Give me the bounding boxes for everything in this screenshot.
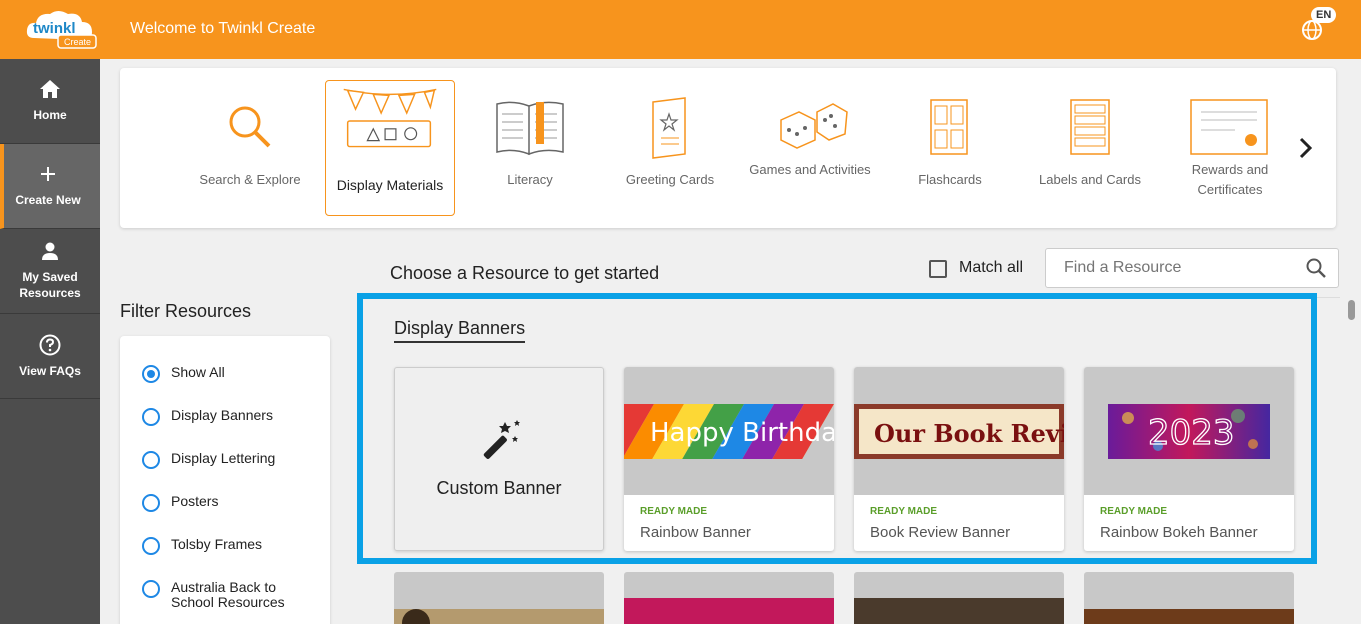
top-bar: twinkl Create Welcome to Twinkl Create E… [0, 0, 1361, 59]
filter-title: Filter Resources [120, 301, 252, 321]
category-search-explore[interactable]: Search & Explore [185, 80, 315, 216]
svg-text:Happy Birthday: Happy Birthday [650, 418, 834, 448]
filter-panel: Show All Display Banners Display Letteri… [120, 336, 330, 624]
tile-thumbnail: Our Book Review [854, 367, 1064, 495]
ready-made-tag: READY MADE [1100, 506, 1168, 517]
rainbow-bokeh-banner-image: 2023 [1108, 404, 1270, 459]
resource-tile[interactable] [1084, 572, 1294, 624]
certificate-icon [1190, 99, 1268, 155]
search-icon[interactable] [1305, 257, 1327, 279]
card-icon [652, 97, 686, 159]
home-icon [40, 80, 60, 98]
dice-icon [780, 103, 848, 149]
resource-tile[interactable] [854, 572, 1064, 624]
tile-thumbnail [1084, 609, 1294, 624]
rainbow-banner-tile[interactable]: Happy Birthday READY MADE Rainbow Banner [624, 367, 834, 551]
category-games-activities[interactable]: Games and Activities [745, 80, 875, 216]
resource-tile[interactable] [624, 572, 834, 624]
custom-banner-label: Custom Banner [436, 478, 562, 498]
resource-tile[interactable] [394, 572, 604, 624]
radio-button[interactable] [142, 365, 160, 383]
book-icon [496, 101, 564, 156]
checkbox-box[interactable] [929, 260, 947, 278]
category-flashcards[interactable]: Flashcards [885, 80, 1015, 216]
sidebar-item-label: View FAQs [19, 364, 81, 378]
radio-button[interactable] [142, 408, 160, 426]
svg-text:2023: 2023 [1148, 413, 1235, 453]
sidebar-item-label: My Saved Resources [19, 270, 81, 300]
chevron-right-icon[interactable] [1293, 136, 1317, 160]
plus-icon [41, 167, 55, 181]
book-review-banner-tile[interactable]: Our Book Review READY MADE Book Review B… [854, 367, 1064, 551]
category-literacy[interactable]: Literacy [465, 80, 595, 216]
category-rewards-certificates[interactable]: Rewards and Certificates [1165, 80, 1295, 216]
tile-name: Book Review Banner [870, 524, 1011, 541]
rainbow-banner-image: Happy Birthday [624, 404, 834, 459]
radio-button[interactable] [142, 537, 160, 555]
svg-text:Our Book Review: Our Book Review [874, 419, 1064, 448]
question-icon [39, 334, 61, 356]
ready-made-tag: READY MADE [870, 506, 938, 517]
sidebar-item-saved[interactable]: My Saved Resources [0, 229, 100, 314]
radio-button[interactable] [142, 580, 160, 598]
tile-thumbnail: Happy Birthday [624, 367, 834, 495]
flashcard-icon [930, 99, 968, 155]
tile-thumbnail: 2023 [1084, 367, 1294, 495]
magnifier-icon [229, 106, 271, 148]
category-display-materials[interactable]: Display Materials [325, 80, 455, 216]
radio-button[interactable] [142, 494, 160, 512]
magic-wand-icon [483, 420, 520, 459]
sidebar-item-home[interactable]: Home [0, 59, 100, 144]
category-strip: Search & Explore Display Materials Liter… [120, 68, 1336, 228]
custom-banner-tile[interactable]: Custom Banner [394, 367, 604, 551]
sidebar-item-create-new[interactable]: Create New [0, 144, 100, 229]
person-icon [42, 242, 58, 260]
page-title: Welcome to Twinkl Create [130, 20, 316, 37]
tile-thumbnail [854, 598, 1064, 624]
tile-thumbnail [624, 598, 834, 624]
category-greeting-cards[interactable]: Greeting Cards [605, 80, 735, 216]
match-all-label: Match all [959, 259, 1024, 276]
language-badge[interactable]: EN [1311, 7, 1337, 23]
sidebar: Home Create New My Saved Resources View … [0, 59, 100, 624]
svg-text:Create: Create [64, 37, 91, 47]
bunting-icon [343, 88, 437, 148]
search-input[interactable] [1045, 248, 1339, 288]
sidebar-item-label: Home [33, 108, 67, 122]
ready-made-tag: READY MADE [640, 506, 708, 517]
category-labels-cards[interactable]: Labels and Cards [1025, 80, 1155, 216]
section-title: Display Banners [394, 318, 526, 343]
radio-button[interactable] [142, 451, 160, 469]
sidebar-item-label: Create New [15, 193, 81, 207]
tile-name: Rainbow Banner [640, 524, 751, 541]
twinkl-logo[interactable]: twinkl Create [24, 8, 102, 50]
main-title: Choose a Resource to get started [390, 263, 660, 283]
labels-icon [1070, 99, 1110, 155]
book-review-banner-image: Our Book Review [854, 404, 1064, 459]
sidebar-item-faqs[interactable]: View FAQs [0, 314, 100, 399]
scrollbar[interactable] [1348, 300, 1355, 320]
rainbow-bokeh-banner-tile[interactable]: 2023 READY MADE Rainbow Bokeh Banner [1084, 367, 1294, 551]
tile-name: Rainbow Bokeh Banner [1100, 524, 1258, 541]
